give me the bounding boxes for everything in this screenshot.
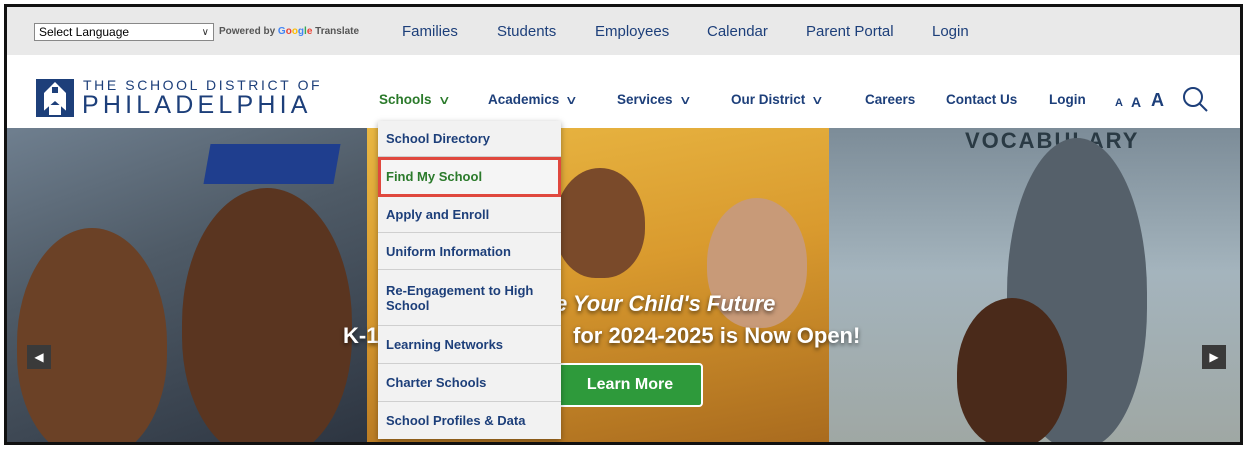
person-figure [555,168,645,278]
carousel-prev-icon[interactable]: ◀ [27,345,51,369]
language-select[interactable]: Select Language ∨ [34,23,214,41]
google-translate-credit[interactable]: Powered by Google Translate [219,26,359,37]
util-link-login[interactable]: Login [932,23,969,40]
nav-services[interactable]: Services ∨ [617,92,692,107]
chevron-down-icon: ∨ [678,93,692,107]
browser-viewport: Select Language ∨ Powered by Google Tran… [4,4,1243,445]
learn-more-button[interactable]: Learn More [557,363,703,407]
menu-item-re-engagement[interactable]: Re-Engagement to High School [378,270,561,326]
util-link-families[interactable]: Families [402,23,458,40]
carousel-next-icon[interactable]: ▶ [1202,345,1226,369]
menu-item-uniform-information[interactable]: Uniform Information [378,233,561,270]
utility-bar: Select Language ∨ Powered by Google Tran… [7,7,1240,55]
hero-carousel: VOCABULARY e Your Child's Future K-1 for… [7,128,1240,442]
font-size-small-button[interactable]: A [1115,97,1123,109]
menu-item-find-my-school[interactable]: Find My School [378,157,561,197]
district-logo-icon[interactable] [36,79,74,117]
nav-academics[interactable]: Academics ∨ [488,92,579,107]
menu-item-learning-networks[interactable]: Learning Networks [378,326,561,364]
chevron-down-icon: ∨ [437,93,451,107]
person-figure [17,228,167,442]
nav-careers[interactable]: Careers [865,92,915,107]
person-figure [957,298,1067,442]
chevron-down-icon: ∨ [201,27,209,38]
search-icon[interactable] [1181,85,1209,113]
font-size-large-button[interactable]: A [1151,90,1164,111]
nav-our-district-label: Our District [731,92,806,107]
google-logo-letter: G [277,26,286,37]
nav-academics-label: Academics [488,92,560,107]
nav-login[interactable]: Login [1049,92,1086,107]
nav-schools-label: Schools [379,92,432,107]
menu-item-school-directory[interactable]: School Directory [378,121,561,157]
language-select-value: Select Language [39,25,130,39]
logo-line-2[interactable]: PHILADELPHIA [82,91,312,120]
font-size-medium-button[interactable]: A [1131,94,1141,110]
menu-item-school-profiles[interactable]: School Profiles & Data [378,402,561,439]
main-header: THE SCHOOL DISTRICT OF PHILADELPHIA Scho… [7,55,1240,128]
chevron-down-icon: ∨ [811,93,825,107]
hero-headline-line-1: e Your Child's Future [555,291,776,316]
google-logo-letter: e [306,26,313,37]
chevron-down-icon: ∨ [565,93,579,107]
menu-item-apply-and-enroll[interactable]: Apply and Enroll [378,197,561,233]
util-link-students[interactable]: Students [497,23,556,40]
nav-services-label: Services [617,92,673,107]
translate-label: Translate [315,26,360,37]
schools-dropdown-menu: School Directory Find My School Apply an… [378,121,561,439]
graduation-cap [203,144,341,184]
powered-by-label: Powered by [219,26,276,37]
util-link-employees[interactable]: Employees [595,23,669,40]
nav-schools[interactable]: Schools ∨ [379,92,451,107]
util-link-calendar[interactable]: Calendar [707,23,768,40]
nav-our-district[interactable]: Our District ∨ [731,92,825,107]
menu-item-charter-schools[interactable]: Charter Schools [378,364,561,402]
util-link-parent-portal[interactable]: Parent Portal [806,23,894,40]
nav-contact-us[interactable]: Contact Us [946,92,1017,107]
hero-headline-line-2-left: K-1 [343,323,379,348]
hero-headline-line-2-right: for 2024-2025 is Now Open! [573,323,861,348]
person-figure [182,188,352,442]
